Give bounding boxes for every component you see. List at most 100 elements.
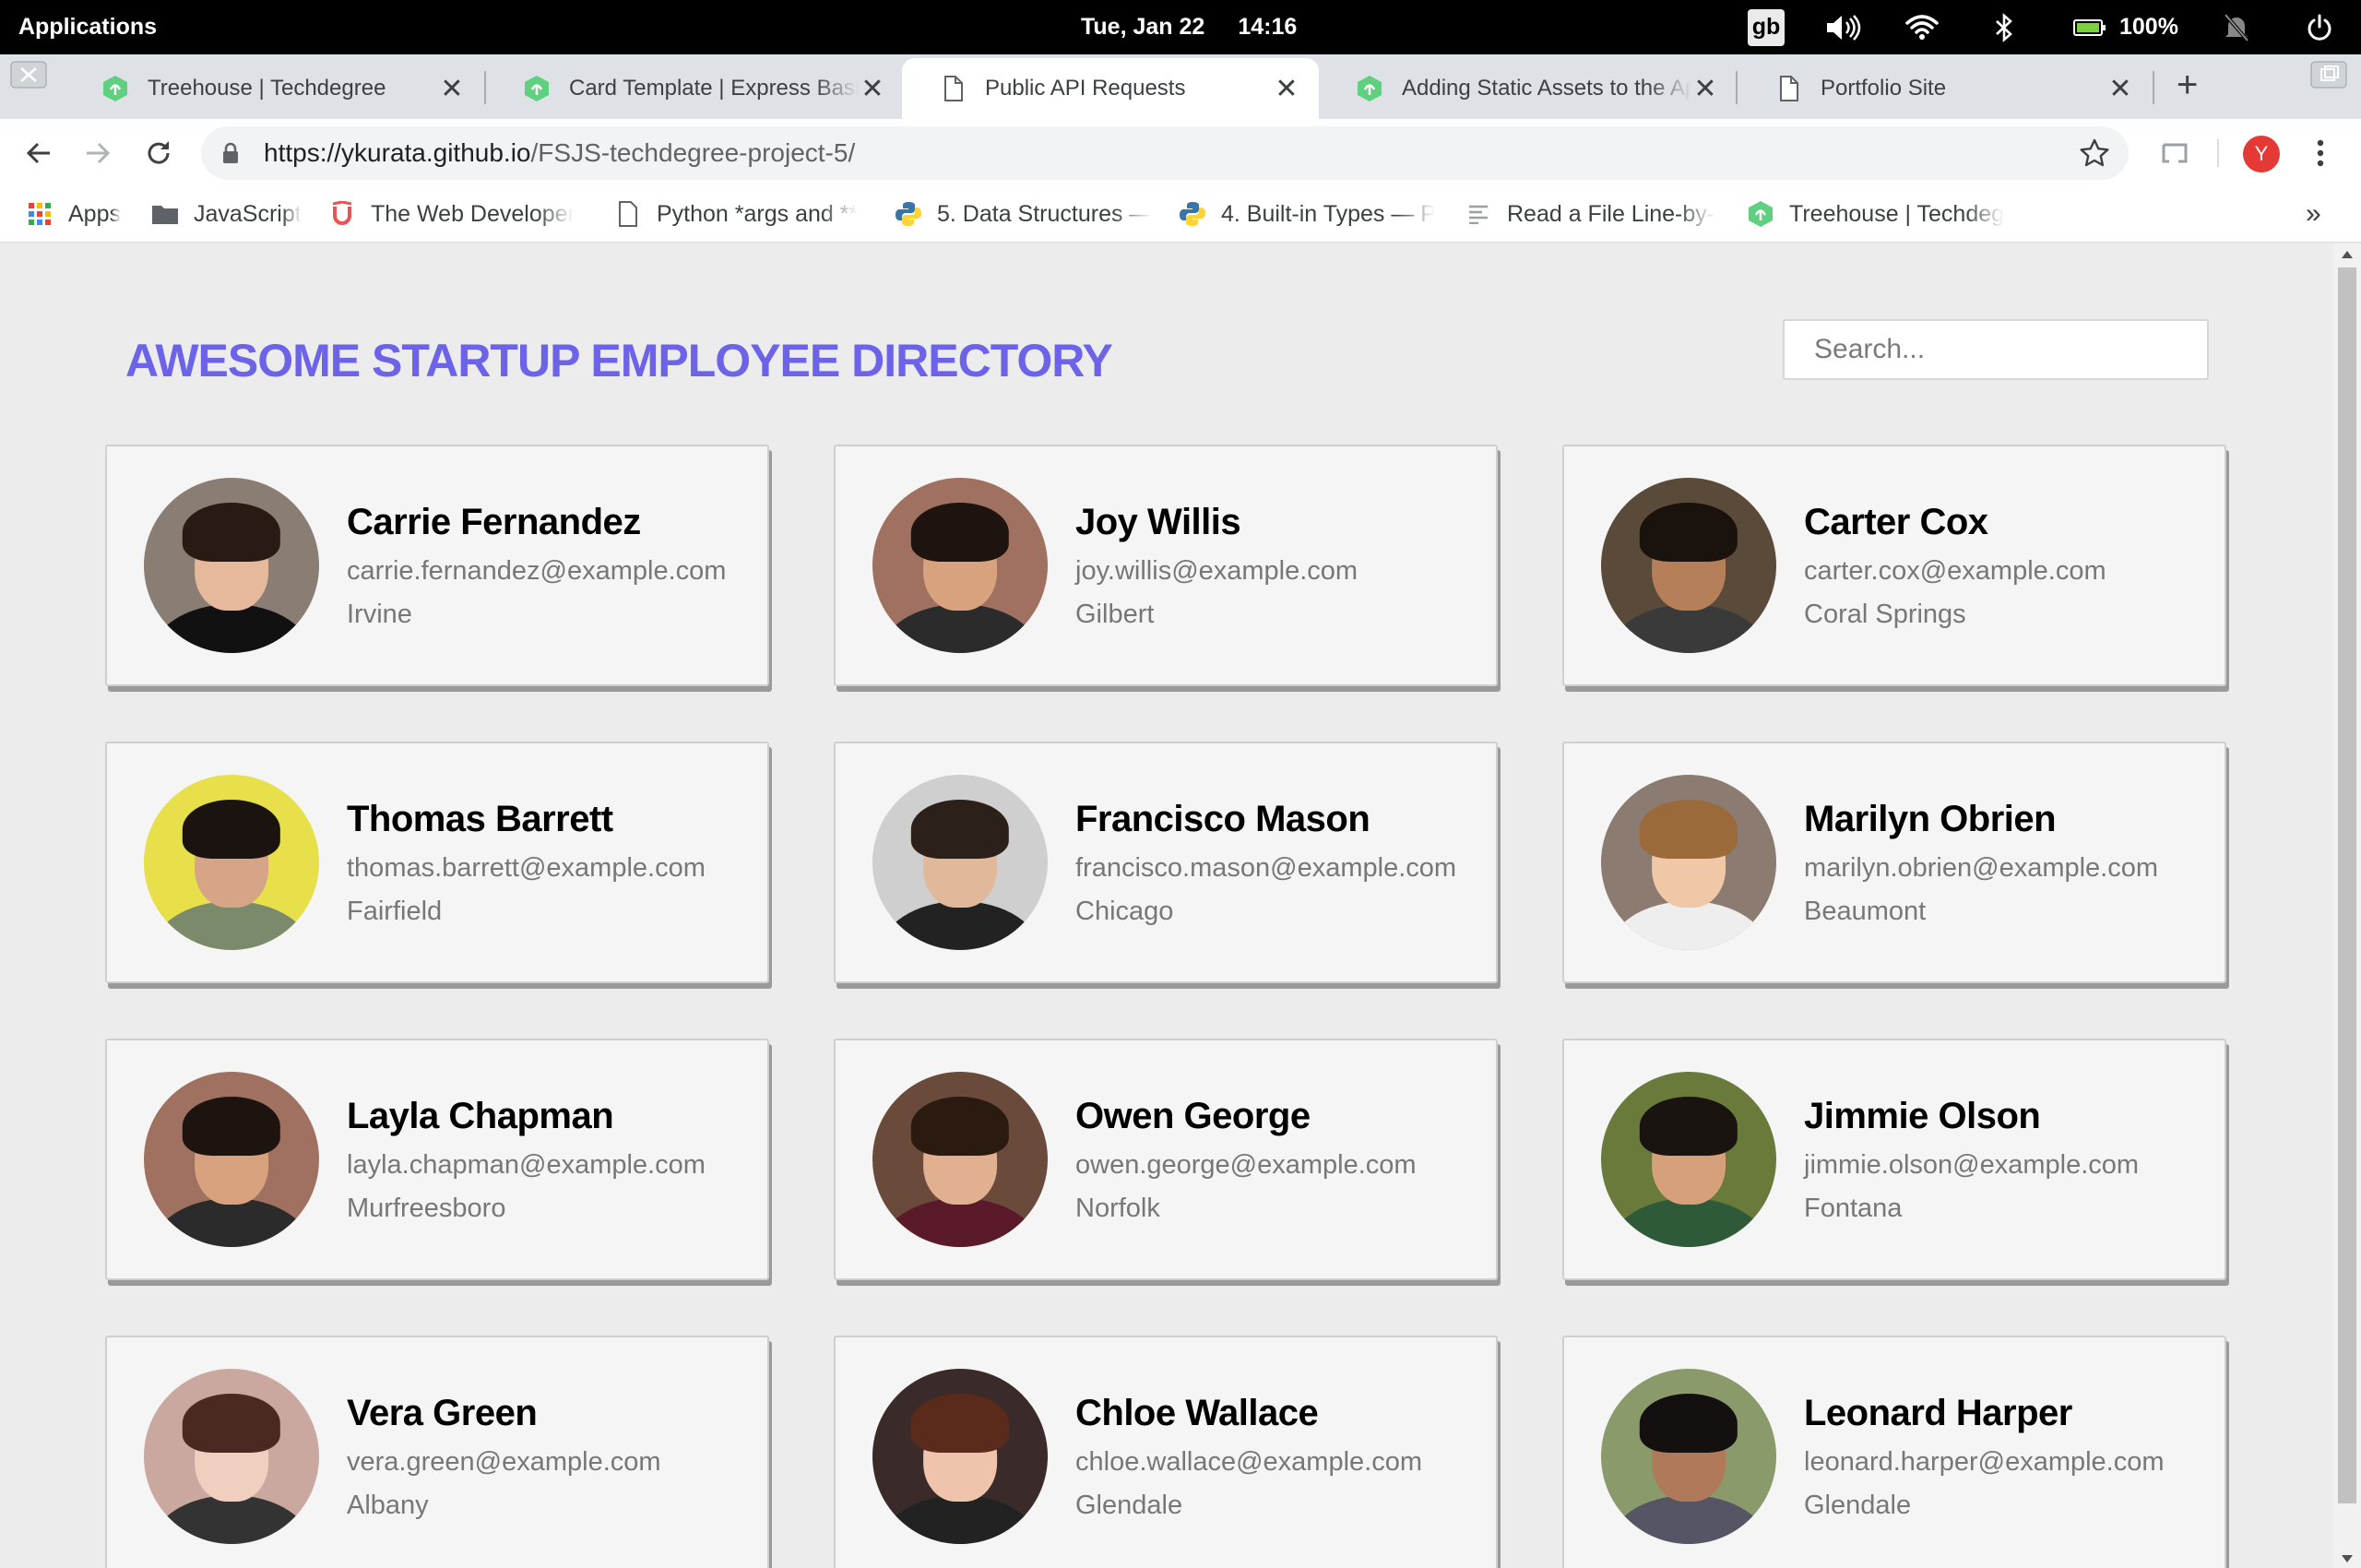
treehouse-icon xyxy=(1358,76,1382,101)
bookmark-javascript-folder[interactable]: JavaScript xyxy=(151,187,302,241)
tab-treehouse-techdegree[interactable]: Treehouse | Techdegree ✕ xyxy=(65,58,484,119)
tab-portfolio-site[interactable]: Portfolio Site ✕ xyxy=(1738,58,2153,119)
treehouse-icon xyxy=(103,76,127,101)
system-top-bar: Applications Tue, Jan 22 14:16 gb 100% xyxy=(0,0,2361,54)
employee-info: Vera Green vera.green@example.com Albany xyxy=(347,1393,661,1521)
employee-card[interactable]: Layla Chapman layla.chapman@example.com … xyxy=(105,1039,769,1280)
employee-city: Chicago xyxy=(1075,896,1174,926)
employee-card[interactable]: Leonard Harper leonard.harper@example.co… xyxy=(1562,1336,2226,1568)
lock-icon[interactable] xyxy=(221,142,264,164)
bookmark-data-structures[interactable]: 5. Data Structures — xyxy=(895,187,1153,241)
bookmark-label: Read a File Line-by-L xyxy=(1507,200,1715,227)
employee-name: Owen George xyxy=(1075,1095,1311,1136)
employee-card[interactable]: Joy Willis joy.willis@example.com Gilber… xyxy=(834,445,1498,686)
employee-avatar xyxy=(1601,775,1776,950)
forward-button[interactable] xyxy=(74,119,122,187)
address-bar[interactable]: https://ykurata.github.io/FSJS-techdegre… xyxy=(201,126,2129,180)
reload-button[interactable] xyxy=(135,119,183,187)
employee-info: Marilyn Obrien marilyn.obrien@example.co… xyxy=(1804,799,2158,927)
tab-card-template[interactable]: Card Template | Express Basics ✕ xyxy=(486,58,905,119)
url-text[interactable]: https://ykurata.github.io/FSJS-techdegre… xyxy=(264,138,855,168)
employee-card[interactable]: Marilyn Obrien marilyn.obrien@example.co… xyxy=(1562,742,2226,983)
bookmark-label: 5. Data Structures — xyxy=(937,200,1153,227)
apps-grid-icon xyxy=(26,200,53,228)
treehouse-icon xyxy=(1747,200,1774,228)
bookmarks-overflow-icon[interactable]: » xyxy=(2306,187,2321,241)
menu-button[interactable] xyxy=(2296,119,2344,187)
page-icon xyxy=(944,76,963,101)
tab-adding-static-assets[interactable]: Adding Static Assets to the App ✕ xyxy=(1319,58,1738,119)
back-button[interactable] xyxy=(15,119,63,187)
bookmark-built-in-types[interactable]: 4. Built-in Types — P xyxy=(1179,187,1435,241)
employee-name: Leonard Harper xyxy=(1804,1392,2072,1433)
profile-avatar[interactable]: Y xyxy=(2243,136,2280,172)
power-icon[interactable] xyxy=(2306,0,2333,54)
employee-card[interactable]: Jimmie Olson jimmie.olson@example.com Fo… xyxy=(1562,1039,2226,1280)
udemy-icon xyxy=(328,200,356,228)
employee-card[interactable]: Chloe Wallace chloe.wallace@example.com … xyxy=(834,1336,1498,1568)
folder-icon xyxy=(151,200,179,228)
employee-card[interactable]: Vera Green vera.green@example.com Albany xyxy=(105,1336,769,1568)
window-menu-icon[interactable] xyxy=(4,54,53,95)
employee-avatar xyxy=(144,1072,319,1247)
page-icon xyxy=(1780,76,1798,101)
employee-name: Chloe Wallace xyxy=(1075,1392,1319,1433)
wifi-icon[interactable] xyxy=(1905,0,1939,54)
cast-extension-icon[interactable] xyxy=(2151,119,2199,187)
page-scrollbar[interactable] xyxy=(2333,244,2361,1568)
employee-card[interactable]: Carrie Fernandez carrie.fernandez@exampl… xyxy=(105,445,769,686)
bookmark-label: 4. Built-in Types — P xyxy=(1221,200,1435,227)
employee-gallery: Carrie Fernandez carrie.fernandez@exampl… xyxy=(105,445,2228,1568)
page-viewport: AWESOME STARTUP EMPLOYEE DIRECTORY Carri… xyxy=(0,244,2333,1568)
employee-card[interactable]: Carter Cox carter.cox@example.com Coral … xyxy=(1562,445,2226,686)
employee-avatar xyxy=(1601,1072,1776,1247)
bookmark-label: The Web Developer xyxy=(371,200,574,227)
keyboard-layout[interactable]: gb xyxy=(1748,0,1785,54)
tab-title: Treehouse | Techdegree xyxy=(148,76,386,101)
employee-city: Irvine xyxy=(347,599,412,629)
tab-close-icon[interactable]: ✕ xyxy=(859,73,886,105)
scroll-down-arrow-icon[interactable] xyxy=(2342,1555,2353,1562)
list-icon xyxy=(1465,200,1492,228)
tab-close-icon[interactable]: ✕ xyxy=(1273,73,1300,105)
bookmark-read-file[interactable]: Read a File Line-by-L xyxy=(1465,187,1715,241)
new-tab-button[interactable]: + xyxy=(2177,65,2198,106)
search-input[interactable] xyxy=(1783,319,2209,380)
tab-title: Card Template | Express Basics xyxy=(569,76,859,101)
volume-icon[interactable] xyxy=(1824,0,1861,54)
bookmark-web-developer[interactable]: The Web Developer xyxy=(328,187,574,241)
employee-name: Jimmie Olson xyxy=(1804,1095,2041,1136)
employee-city: Murfreesboro xyxy=(347,1193,506,1223)
bluetooth-icon[interactable] xyxy=(1994,0,2014,54)
scrollbar-thumb[interactable] xyxy=(2338,267,2356,1503)
bookmark-star-icon[interactable] xyxy=(2079,137,2110,173)
scroll-up-arrow-icon[interactable] xyxy=(2342,251,2353,258)
employee-avatar xyxy=(144,478,319,653)
applications-menu[interactable]: Applications xyxy=(18,0,157,54)
tab-title: Adding Static Assets to the App xyxy=(1402,76,1691,101)
employee-city: Glendale xyxy=(1075,1490,1183,1520)
tab-close-icon[interactable]: ✕ xyxy=(438,73,466,105)
employee-card[interactable]: Francisco Mason francisco.mason@example.… xyxy=(834,742,1498,983)
employee-card[interactable]: Owen George owen.george@example.com Norf… xyxy=(834,1039,1498,1280)
reload-icon xyxy=(148,141,170,164)
python-icon xyxy=(1179,200,1206,228)
tab-public-api-requests[interactable]: Public API Requests ✕ xyxy=(902,58,1319,119)
employee-name: Marilyn Obrien xyxy=(1804,798,2057,839)
window-restore-icon[interactable] xyxy=(2304,54,2354,95)
bookmark-treehouse[interactable]: Treehouse | Techdeg xyxy=(1747,187,2005,241)
clock[interactable]: Tue, Jan 22 14:16 xyxy=(1081,0,1330,54)
tab-close-icon[interactable]: ✕ xyxy=(1691,73,1719,105)
employee-info: Owen George owen.george@example.com Norf… xyxy=(1075,1096,1417,1224)
employee-avatar xyxy=(872,1369,1048,1544)
bookmark-apps[interactable]: Apps xyxy=(26,187,121,241)
notifications-muted-icon[interactable] xyxy=(2223,0,2250,54)
employee-city: Norfolk xyxy=(1075,1193,1160,1223)
bookmark-python-args[interactable]: Python *args and ** xyxy=(614,187,865,241)
bookmark-label: JavaScript xyxy=(194,200,302,227)
employee-name: Layla Chapman xyxy=(347,1095,614,1136)
tab-close-icon[interactable]: ✕ xyxy=(2106,73,2134,105)
battery-indicator[interactable]: 100% xyxy=(2073,0,2178,54)
bookmarks-bar: Apps JavaScript The Web Developer Python… xyxy=(0,187,2361,243)
employee-card[interactable]: Thomas Barrett thomas.barrett@example.co… xyxy=(105,742,769,983)
